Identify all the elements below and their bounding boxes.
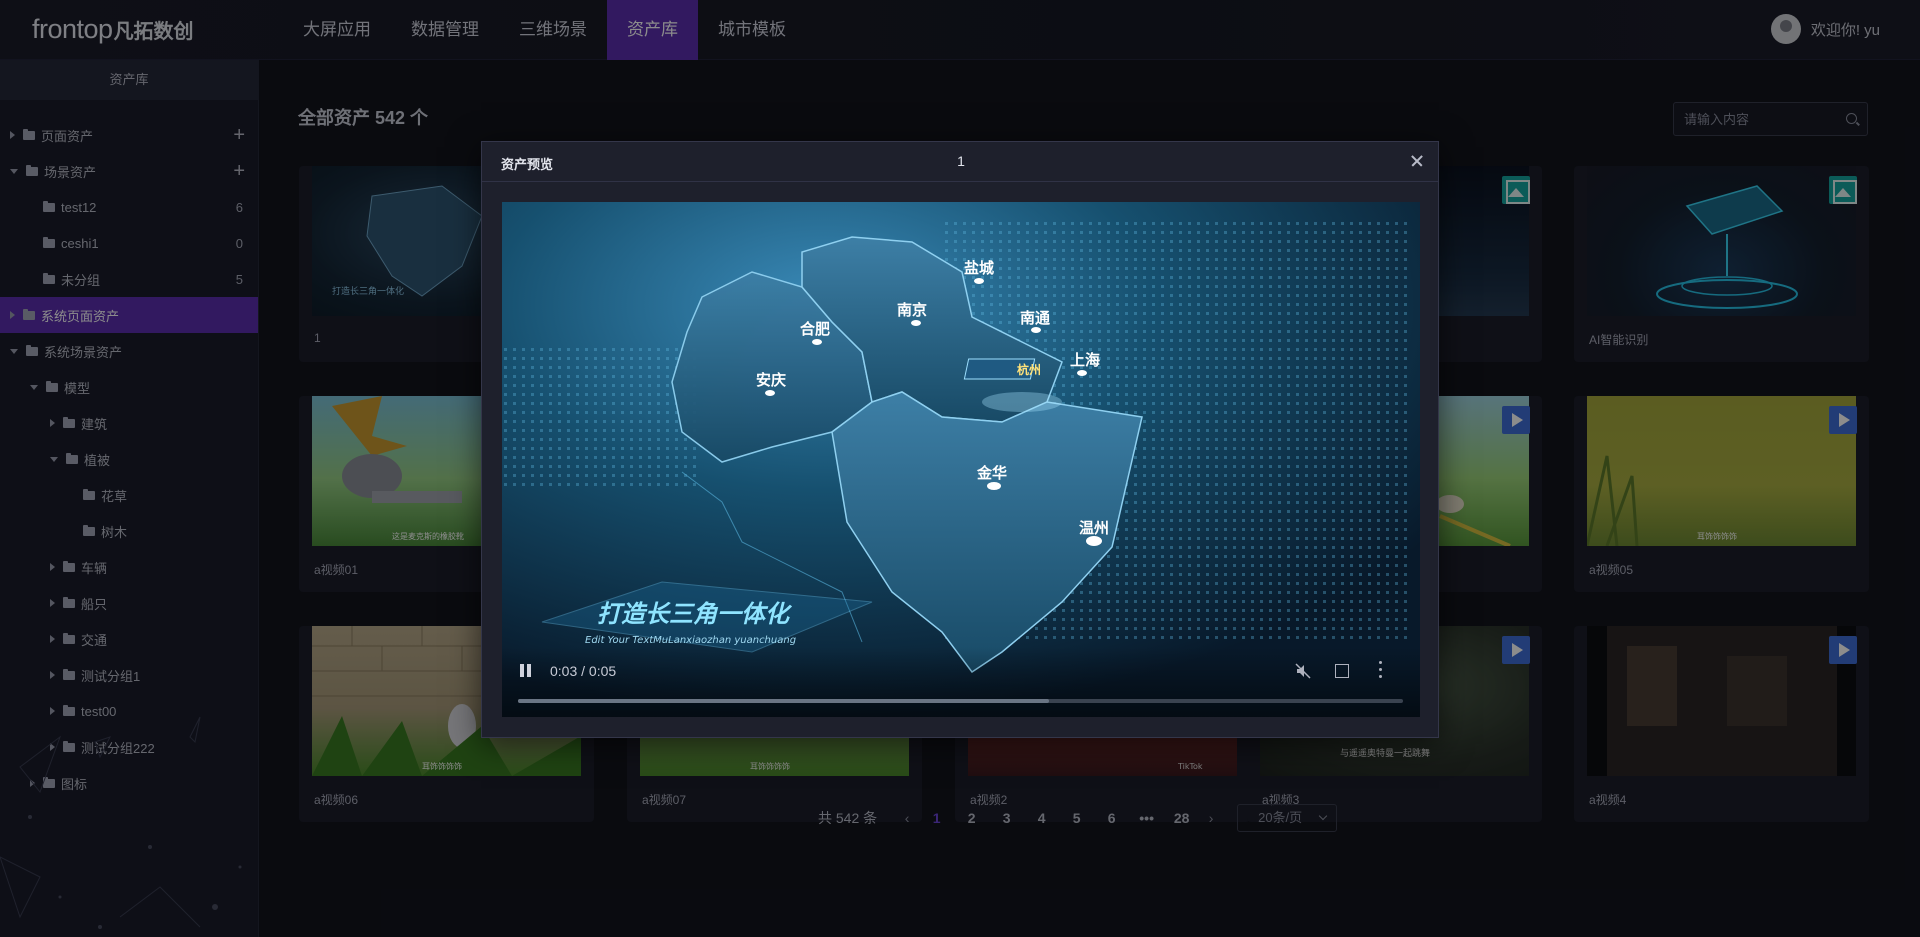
video-progress-fill <box>518 699 1049 703</box>
map-city-label: 合肥 <box>799 320 830 338</box>
map-city-label: 南京 <box>897 301 927 319</box>
video-banner-title: 打造长三角一体化 <box>597 600 793 628</box>
dialog-header: 资产预览 1 <box>482 142 1438 182</box>
video-controls: 0:03 / 0:05 <box>502 647 1420 717</box>
map-city-label: 温州 <box>1079 519 1109 537</box>
pause-icon[interactable] <box>520 664 532 678</box>
asset-preview-dialog: 资产预览 1 盐城 南京 合肥 南通 上海 杭州 安庆 金华 温州 打造长三角一… <box>481 141 1439 738</box>
close-icon[interactable] <box>1408 152 1426 170</box>
map-city-label: 盐城 <box>964 259 994 277</box>
preview-asset-name: 1 <box>957 153 965 169</box>
more-options-icon[interactable] <box>1379 661 1383 679</box>
map-video-frame: 盐城 南京 合肥 南通 上海 杭州 安庆 金华 温州 打造长三角一体化 Edit… <box>502 202 1420 717</box>
video-player[interactable]: 盐城 南京 合肥 南通 上海 杭州 安庆 金华 温州 打造长三角一体化 Edit… <box>502 202 1420 717</box>
volume-muted-icon[interactable] <box>1295 663 1311 679</box>
map-city-label: 金华 <box>976 464 1007 482</box>
video-progress-bar[interactable] <box>518 699 1403 703</box>
fullscreen-icon[interactable] <box>1335 664 1349 678</box>
map-city-label: 上海 <box>1070 351 1100 369</box>
video-time: 0:03 / 0:05 <box>550 663 617 679</box>
map-city-label: 杭州 <box>1017 362 1041 377</box>
video-banner-subtitle: Edit Your TextMuLanxiaozhan yuanchuang <box>585 635 796 646</box>
map-city-label: 安庆 <box>756 371 786 389</box>
map-city-label: 南通 <box>1020 309 1050 327</box>
